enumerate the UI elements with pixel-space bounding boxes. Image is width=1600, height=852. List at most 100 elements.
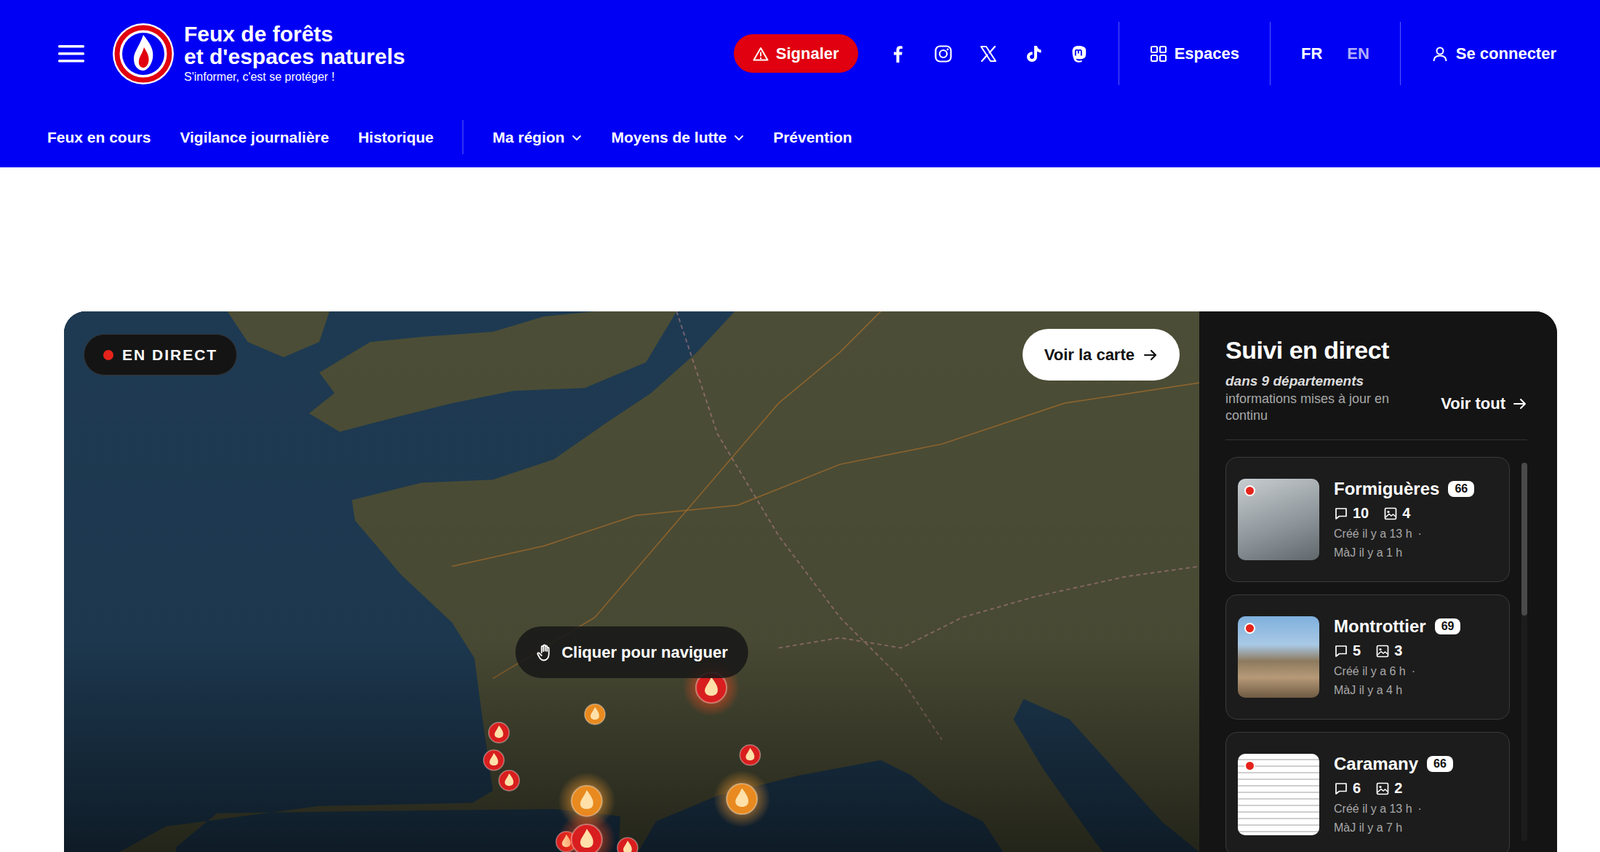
- live-dot-icon: [1244, 760, 1256, 771]
- nav-link[interactable]: Feux en cours: [47, 128, 151, 147]
- hand-icon: [535, 642, 553, 662]
- language-switch: FR EN: [1301, 44, 1370, 64]
- photo-count: 3: [1375, 642, 1403, 659]
- spaces-button[interactable]: Espaces: [1149, 44, 1240, 64]
- fire-name: Montrottier: [1333, 616, 1427, 637]
- main-nav: Feux en cours Vigilance journalière Hist…: [0, 106, 1600, 168]
- panel-subtitle: dans 9 départements: [1225, 373, 1408, 390]
- fire-marker[interactable]: [584, 704, 606, 725]
- image-icon: [1375, 643, 1390, 659]
- panel-title: Suivi en direct: [1225, 336, 1408, 365]
- tiktok-link[interactable]: [1024, 44, 1043, 64]
- fire-marker[interactable]: [739, 744, 760, 766]
- live-dot-icon: [1244, 622, 1256, 634]
- x-link[interactable]: [978, 44, 998, 64]
- instagram-link[interactable]: [933, 44, 953, 64]
- comment-count: 10: [1333, 504, 1369, 522]
- panel-note: informations mises à jour en continu: [1225, 390, 1408, 425]
- fire-marker[interactable]: [557, 810, 616, 852]
- updated-time: MàJ il y a 7 h: [1333, 821, 1454, 835]
- report-button[interactable]: Signaler: [733, 34, 859, 73]
- x-logo-icon: [978, 44, 998, 64]
- fire-marker[interactable]: [483, 749, 504, 771]
- page: Feux de forêts et d'espaces naturels S'i…: [0, 0, 1600, 852]
- map-canvas[interactable]: [64, 311, 1200, 852]
- login-button[interactable]: Se connecter: [1431, 44, 1557, 64]
- mastodon-icon: [1069, 44, 1088, 64]
- main-content: EN DIRECT Voir la carte Cliquer pour nav…: [64, 311, 1558, 852]
- department-badge: 66: [1426, 755, 1454, 772]
- nav-link[interactable]: Historique: [357, 128, 434, 147]
- fire-name: Caramany: [1333, 753, 1419, 774]
- fire-name: Formiguères: [1333, 478, 1440, 499]
- header-divider: [1269, 21, 1271, 86]
- fire-card[interactable]: Montrottier 69 5 3 Créé il y a 6 h · MàJ…: [1225, 594, 1510, 720]
- fire-photo: [1237, 616, 1320, 698]
- comment-icon: [1333, 643, 1349, 659]
- department-badge: 69: [1434, 618, 1462, 635]
- language-option[interactable]: EN: [1346, 44, 1370, 64]
- scrollbar[interactable]: [1521, 462, 1528, 841]
- tagline: S'informer, c'est se protéger !: [184, 70, 406, 84]
- mastodon-link[interactable]: [1069, 44, 1088, 64]
- image-icon: [1375, 781, 1390, 796]
- updated-time: MàJ il y a 4 h: [1333, 683, 1461, 697]
- instagram-icon: [933, 44, 953, 64]
- created-time: Créé il y a 13 h ·: [1333, 802, 1454, 816]
- chevron-down-icon: [733, 133, 744, 142]
- facebook-icon: [888, 44, 908, 64]
- live-card: EN DIRECT Voir la carte Cliquer pour nav…: [64, 311, 1558, 852]
- arrow-right-icon: [1512, 397, 1528, 411]
- fire-photo: [1237, 753, 1320, 835]
- grid-icon: [1149, 45, 1168, 63]
- live-badge: EN DIRECT: [83, 333, 238, 376]
- view-map-button[interactable]: Voir la carte: [1022, 328, 1180, 381]
- live-dot-icon: [103, 349, 114, 360]
- fire-card[interactable]: Formiguères 66 10 4 Créé il y a 13 h · M…: [1225, 456, 1510, 582]
- menu-button[interactable]: [58, 40, 85, 67]
- site-header: Feux de forêts et d'espaces naturels S'i…: [0, 0, 1600, 168]
- nav-link[interactable]: Vigilance journalière: [179, 128, 329, 147]
- updated-time: MàJ il y a 1 h: [1333, 546, 1475, 560]
- created-time: Créé il y a 6 h ·: [1333, 664, 1461, 678]
- live-dot-icon: [1244, 485, 1256, 496]
- photo-count: 2: [1375, 779, 1403, 797]
- chevron-down-icon: [571, 133, 582, 142]
- nav-link[interactable]: Prévention: [773, 128, 853, 147]
- hamburger-icon: [58, 44, 85, 64]
- fire-marker[interactable]: [488, 722, 510, 743]
- user-icon: [1431, 45, 1449, 63]
- tiktok-icon: [1024, 44, 1043, 64]
- navigate-hint[interactable]: Cliquer pour naviguer: [514, 626, 749, 678]
- comment-icon: [1333, 506, 1349, 521]
- nav-link[interactable]: Moyens de lutte: [610, 128, 744, 147]
- nav-divider: [462, 120, 464, 155]
- logo[interactable]: Feux de forêts et d'espaces naturels S'i…: [112, 22, 406, 86]
- header-divider: [1118, 21, 1120, 86]
- photo-count: 4: [1383, 504, 1411, 522]
- facebook-link[interactable]: [888, 44, 908, 64]
- fire-marker[interactable]: [498, 770, 520, 791]
- nav-link[interactable]: Ma région: [492, 128, 582, 147]
- comment-icon: [1333, 781, 1349, 796]
- fire-marker[interactable]: [617, 837, 638, 852]
- scrollbar-thumb[interactable]: [1521, 462, 1528, 616]
- live-panel: Suivi en direct dans 9 départements info…: [1199, 311, 1558, 852]
- fire-list: Formiguères 66 10 4 Créé il y a 13 h · M…: [1225, 456, 1510, 852]
- department-badge: 66: [1448, 480, 1475, 497]
- created-time: Créé il y a 13 h ·: [1333, 527, 1475, 541]
- header-divider: [1400, 21, 1401, 86]
- warning-icon: [752, 46, 769, 62]
- image-icon: [1383, 506, 1398, 521]
- comment-count: 6: [1333, 779, 1361, 797]
- fire-photo: [1237, 478, 1320, 560]
- see-all-button[interactable]: Voir tout: [1440, 394, 1528, 414]
- fire-marker[interactable]: [713, 770, 771, 827]
- comment-count: 5: [1333, 642, 1361, 659]
- site-title: Feux de forêts: [184, 23, 406, 46]
- fire-map[interactable]: EN DIRECT Voir la carte Cliquer pour nav…: [64, 311, 1200, 852]
- site-title: et d'espaces naturels: [184, 45, 406, 69]
- language-option[interactable]: FR: [1301, 44, 1323, 64]
- flame-logo-icon: [112, 22, 175, 86]
- fire-card[interactable]: Caramany 66 6 2 Créé il y a 13 h · MàJ i…: [1225, 731, 1510, 852]
